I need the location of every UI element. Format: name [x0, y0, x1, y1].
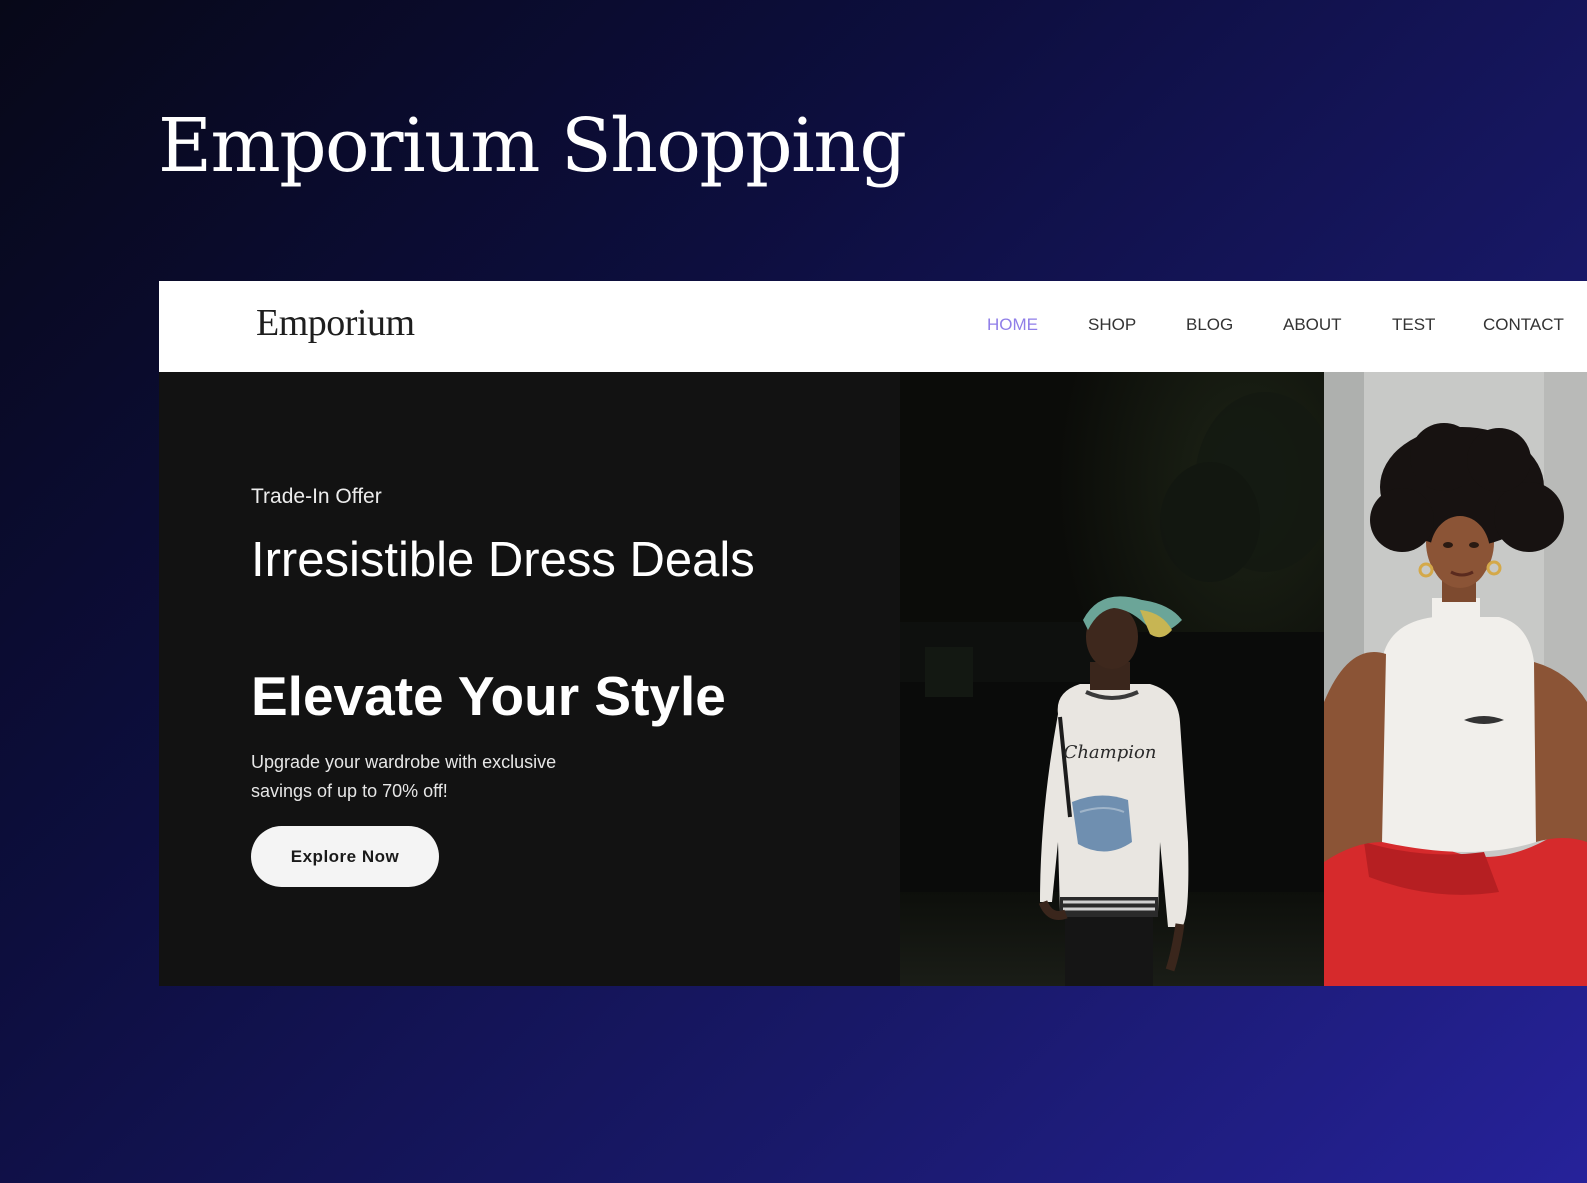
- slide-title: Emporium Shopping: [158, 103, 907, 189]
- photo-man-champion-sweatshirt-night-icon: Champion: [900, 372, 1324, 986]
- site-navbar: Emporium HOME SHOP BLOG ABOUT TEST CONTA…: [159, 281, 1587, 372]
- hero-banner: Trade-In Offer Irresistible Dress Deals …: [159, 372, 900, 986]
- nav-blog[interactable]: BLOG: [1186, 315, 1233, 335]
- site-logo[interactable]: Emporium: [256, 301, 415, 347]
- hero-headline: Irresistible Dress Deals: [251, 533, 755, 587]
- hero-image-woman: [1324, 372, 1587, 986]
- sweatshirt-logo-text: Champion: [1064, 742, 1157, 763]
- hero-description: Upgrade your wardrobe with exclusive sav…: [251, 752, 557, 801]
- nav-contact[interactable]: CONTACT: [1483, 315, 1564, 335]
- website-screenshot: Emporium HOME SHOP BLOG ABOUT TEST CONTA…: [159, 281, 1587, 986]
- nav-shop[interactable]: SHOP: [1088, 315, 1136, 335]
- hero-eyebrow: Trade-In Offer: [251, 485, 382, 508]
- nav-about[interactable]: ABOUT: [1283, 315, 1342, 335]
- nav-home[interactable]: HOME: [987, 315, 1038, 335]
- explore-now-button[interactable]: Explore Now: [251, 826, 439, 887]
- photo-woman-white-top-red-trousers-icon: [1324, 372, 1587, 986]
- nav-test[interactable]: TEST: [1392, 315, 1435, 335]
- hero-subheadline: Elevate Your Style: [251, 665, 726, 727]
- hero-image-man: Champion: [900, 372, 1324, 986]
